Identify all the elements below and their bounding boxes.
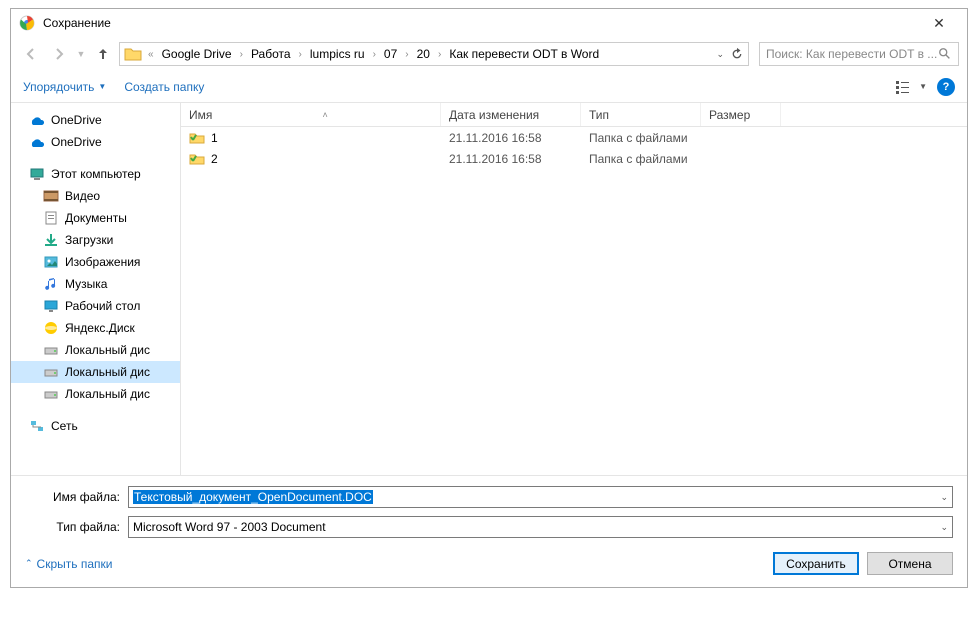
col-date[interactable]: Дата изменения (441, 103, 581, 126)
breadcrumb-bar[interactable]: « Google Drive› Работа› lumpics ru› 07› … (119, 42, 749, 66)
tree-item[interactable]: Локальный дис (11, 383, 180, 405)
organize-menu[interactable]: Упорядочить▼ (23, 80, 106, 94)
crumb-work[interactable]: Работа (247, 45, 295, 63)
music-icon (43, 276, 59, 292)
hide-folders-toggle[interactable]: ⌃Скрыть папки (25, 557, 112, 571)
tree-item[interactable]: OneDrive (11, 109, 180, 131)
tree-item-label: Локальный дис (65, 343, 150, 357)
recent-dropdown[interactable]: ▼ (75, 42, 87, 66)
col-type[interactable]: Тип (581, 103, 701, 126)
folder-icon (124, 45, 142, 63)
hdd-icon (43, 386, 59, 402)
hdd-icon (43, 364, 59, 380)
col-size[interactable]: Размер (701, 103, 781, 126)
close-button[interactable]: ✕ (919, 9, 959, 37)
pics-icon (43, 254, 59, 270)
filename-input[interactable]: Текстовый_документ_OpenDocument.DOC ⌄ (128, 486, 953, 508)
tree-item-label: Изображения (65, 255, 140, 269)
file-row[interactable]: 221.11.2016 16:58Папка с файлами (181, 148, 967, 169)
tree-item[interactable]: Рабочий стол (11, 295, 180, 317)
crumb-20[interactable]: 20 (413, 45, 434, 63)
save-button[interactable]: Сохранить (773, 552, 859, 575)
app-icon (19, 15, 35, 31)
file-list[interactable]: 121.11.2016 16:58Папка с файлами221.11.2… (181, 127, 967, 475)
tree-item-label: Яндекс.Диск (65, 321, 135, 335)
filetype-label: Тип файла: (25, 520, 120, 534)
cancel-button[interactable]: Отмена (867, 552, 953, 575)
tree-item-label: Видео (65, 189, 100, 203)
video-icon (43, 188, 59, 204)
tree-item-label: Этот компьютер (51, 167, 141, 181)
tree-item-label: OneDrive (51, 113, 102, 127)
folder-icon (189, 130, 205, 146)
tree-item[interactable]: Локальный дис (11, 339, 180, 361)
new-folder-button[interactable]: Создать папку (124, 80, 204, 94)
onedrive-icon (29, 112, 45, 128)
help-button[interactable]: ? (937, 78, 955, 96)
navigation-tree[interactable]: OneDrive OneDrive Этот компьютер Видео Докум… (11, 103, 181, 475)
path-dropdown-icon[interactable]: ⌄ (716, 49, 724, 60)
crumb-current[interactable]: Как перевести ODT в Word (445, 45, 603, 63)
forward-button[interactable] (47, 42, 71, 66)
tree-item-label: Локальный дис (65, 365, 150, 379)
tree-item[interactable]: Документы (11, 207, 180, 229)
net-icon (29, 418, 45, 434)
up-button[interactable] (91, 42, 115, 66)
tree-item-label: Документы (65, 211, 127, 225)
filetype-dropdown-icon[interactable]: ⌄ (940, 522, 948, 533)
tree-item[interactable]: Загрузки (11, 229, 180, 251)
folder-icon (189, 151, 205, 167)
tree-item[interactable]: Музыка (11, 273, 180, 295)
crumb-lumpics[interactable]: lumpics ru (306, 45, 369, 63)
desk-icon (43, 298, 59, 314)
tree-item[interactable]: OneDrive (11, 131, 180, 153)
search-input[interactable]: Поиск: Как перевести ODT в ... (759, 42, 959, 66)
back-button[interactable] (19, 42, 43, 66)
pc-icon (29, 166, 45, 182)
crumb-07[interactable]: 07 (380, 45, 401, 63)
crumb-google-drive[interactable]: Google Drive (158, 45, 236, 63)
tree-item[interactable]: Локальный дис (11, 361, 180, 383)
tree-item[interactable]: Изображения (11, 251, 180, 273)
onedrive-icon (29, 134, 45, 150)
down-icon (43, 232, 59, 248)
file-row[interactable]: 121.11.2016 16:58Папка с файлами (181, 127, 967, 148)
col-name[interactable]: Имя (189, 108, 212, 122)
search-placeholder: Поиск: Как перевести ODT в ... (766, 47, 937, 61)
view-mode-button[interactable]: ▼ (895, 79, 927, 95)
ydisk-icon (43, 320, 59, 336)
tree-item-label: Музыка (65, 277, 107, 291)
refresh-button[interactable] (730, 47, 744, 61)
filename-dropdown-icon[interactable]: ⌄ (940, 492, 948, 503)
hdd-icon (43, 342, 59, 358)
dialog-title: Сохранение (43, 16, 919, 30)
tree-item[interactable]: Яндекс.Диск (11, 317, 180, 339)
tree-item[interactable]: Сеть (11, 415, 180, 437)
column-headers[interactable]: Имя ˄ Дата изменения Тип Размер (181, 103, 967, 127)
tree-item-label: Загрузки (65, 233, 113, 247)
tree-item-label: Рабочий стол (65, 299, 140, 313)
filename-label: Имя файла: (25, 490, 120, 504)
sort-indicator-icon: ˄ (323, 110, 328, 120)
tree-item[interactable]: Видео (11, 185, 180, 207)
docs-icon (43, 210, 59, 226)
breadcrumb-prefix: « (146, 49, 156, 60)
tree-item-label: Сеть (51, 419, 78, 433)
tree-item-label: OneDrive (51, 135, 102, 149)
search-icon (938, 47, 952, 61)
tree-item-label: Локальный дис (65, 387, 150, 401)
filetype-select[interactable]: Microsoft Word 97 - 2003 Document ⌄ (128, 516, 953, 538)
tree-item[interactable]: Этот компьютер (11, 163, 180, 185)
